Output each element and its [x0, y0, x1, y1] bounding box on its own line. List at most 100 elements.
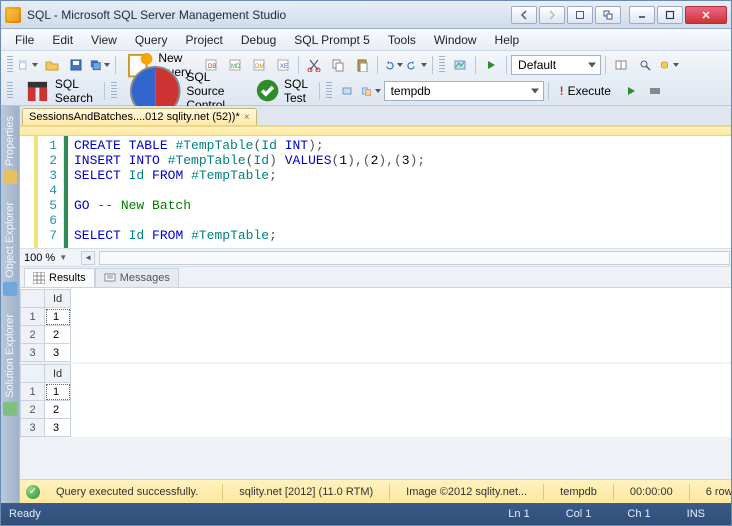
sidebar-tab-object-explorer[interactable]: Object Explorer — [1, 196, 19, 302]
toolbar-grip[interactable] — [7, 56, 13, 74]
nav-box-button[interactable] — [567, 6, 593, 24]
result-set: Id112233 — [20, 289, 731, 362]
menu-sql-prompt-5[interactable]: SQL Prompt 5 — [286, 31, 378, 49]
menu-view[interactable]: View — [83, 31, 125, 49]
data-cell[interactable]: 3 — [45, 344, 71, 362]
editor-code[interactable]: CREATE TABLE #TempTable(Id INT);INSERT I… — [64, 136, 731, 248]
zoom-value[interactable]: 100 % — [24, 252, 55, 264]
exec-status-db: tempdb — [552, 486, 605, 498]
menu-edit[interactable]: Edit — [44, 31, 81, 49]
cut-button[interactable] — [303, 54, 325, 76]
find-button[interactable] — [634, 54, 656, 76]
code-line[interactable] — [74, 183, 731, 198]
maximize-button[interactable] — [657, 6, 683, 24]
table-row[interactable]: 22 — [21, 326, 71, 344]
code-line[interactable]: SELECT Id FROM #TempTable; — [74, 168, 731, 183]
menu-tools[interactable]: Tools — [380, 31, 424, 49]
database-combo[interactable]: tempdb — [384, 81, 544, 101]
hscroll-left-button[interactable]: ◄ — [81, 251, 95, 265]
table-row[interactable]: 33 — [21, 419, 71, 437]
close-button[interactable] — [685, 6, 727, 24]
debug-button[interactable] — [620, 80, 642, 102]
data-cell[interactable]: 1 — [45, 308, 71, 326]
toolbar-grip[interactable] — [326, 82, 332, 100]
tab-results[interactable]: Results — [24, 268, 95, 287]
activity-monitor-button[interactable] — [449, 54, 471, 76]
code-line[interactable]: INSERT INTO #TempTable(Id) VALUES(1),(2)… — [74, 153, 731, 168]
data-cell[interactable]: 2 — [45, 401, 71, 419]
tool-a-button[interactable] — [610, 54, 632, 76]
undo-button[interactable] — [382, 54, 404, 76]
toolbar-row-1: New Query DB MD DM XE Default — [5, 53, 727, 77]
tab-messages[interactable]: Messages — [95, 268, 179, 287]
solution-config-combo[interactable]: Default — [511, 55, 601, 75]
code-line[interactable]: GO -- New Batch — [74, 198, 731, 213]
column-header[interactable]: Id — [45, 290, 71, 308]
document-tabs: SessionsAndBatches....012 sqlity.net (52… — [20, 106, 731, 126]
toolbar-grip[interactable] — [111, 82, 117, 100]
sql-editor[interactable]: 1234567 CREATE TABLE #TempTable(Id INT);… — [20, 136, 731, 248]
results-grid[interactable]: Id112233 — [20, 364, 71, 437]
stop-debug-button[interactable] — [644, 80, 666, 102]
table-row[interactable]: 33 — [21, 344, 71, 362]
sidebar-object-explorer-label: Object Explorer — [4, 202, 16, 278]
start-debug-button[interactable] — [480, 54, 502, 76]
nav-box2-button[interactable] — [595, 6, 621, 24]
sidebar-tab-solution-explorer[interactable]: Solution Explorer — [1, 308, 19, 422]
connection-button[interactable] — [336, 80, 358, 102]
messages-icon — [104, 272, 116, 284]
row-number-cell[interactable]: 1 — [21, 383, 45, 401]
minimize-button[interactable] — [629, 6, 655, 24]
change-connection-button[interactable] — [360, 80, 382, 102]
menu-project[interactable]: Project — [178, 31, 231, 49]
sql-source-control-button[interactable]: SQL Source Control — [121, 80, 246, 102]
document-tab-close-icon[interactable]: × — [244, 112, 250, 123]
code-line[interactable]: CREATE TABLE #TempTable(Id INT); — [74, 138, 731, 153]
code-line[interactable] — [74, 213, 731, 228]
data-cell[interactable]: 2 — [45, 326, 71, 344]
hscroll-track[interactable] — [99, 251, 730, 265]
results-grid[interactable]: Id112233 — [20, 289, 71, 362]
row-header-corner[interactable] — [21, 290, 45, 308]
sql-search-button[interactable]: SQL Search — [17, 80, 100, 102]
sql-test-button[interactable]: SQL Test — [248, 80, 315, 102]
row-number-cell[interactable]: 1 — [21, 308, 45, 326]
status-sep — [543, 484, 544, 500]
row-number-cell[interactable]: 3 — [21, 344, 45, 362]
sidebar-tab-properties[interactable]: Properties — [1, 110, 19, 190]
new-item-button[interactable] — [17, 54, 39, 76]
menu-file[interactable]: File — [7, 31, 42, 49]
data-cell[interactable]: 3 — [45, 419, 71, 437]
menu-help[interactable]: Help — [487, 31, 528, 49]
save-button[interactable] — [65, 54, 87, 76]
table-row[interactable]: 11 — [21, 383, 71, 401]
save-all-button[interactable] — [89, 54, 111, 76]
menu-query[interactable]: Query — [127, 31, 176, 49]
dmx-query-button[interactable]: DM — [248, 54, 270, 76]
row-number-cell[interactable]: 2 — [21, 326, 45, 344]
table-row[interactable]: 11 — [21, 308, 71, 326]
row-number-cell[interactable]: 2 — [21, 401, 45, 419]
table-row[interactable]: 22 — [21, 401, 71, 419]
document-tab-active[interactable]: SessionsAndBatches....012 sqlity.net (52… — [22, 108, 257, 125]
xmla-query-button[interactable]: XE — [272, 54, 294, 76]
toolbar-grip[interactable] — [7, 82, 13, 100]
nav-back-button[interactable] — [511, 6, 537, 24]
row-header-corner[interactable] — [21, 365, 45, 383]
zoom-dropdown-icon[interactable]: ▼ — [59, 253, 67, 262]
menu-window[interactable]: Window — [426, 31, 485, 49]
nav-forward-button[interactable] — [539, 6, 565, 24]
execute-button[interactable]: ! Execute — [553, 80, 618, 102]
data-cell[interactable]: 1 — [45, 383, 71, 401]
column-header[interactable]: Id — [45, 365, 71, 383]
toolbar-grip[interactable] — [439, 56, 445, 74]
toolbar-row-2: SQL Search SQL Source Control SQL Test t… — [5, 79, 727, 103]
open-button[interactable] — [41, 54, 63, 76]
code-line[interactable]: SELECT Id FROM #TempTable; — [74, 228, 731, 243]
row-number-cell[interactable]: 3 — [21, 419, 45, 437]
paste-button[interactable] — [351, 54, 373, 76]
menu-debug[interactable]: Debug — [233, 31, 284, 49]
redo-button[interactable] — [406, 54, 428, 76]
registered-servers-button[interactable] — [658, 54, 680, 76]
copy-button[interactable] — [327, 54, 349, 76]
